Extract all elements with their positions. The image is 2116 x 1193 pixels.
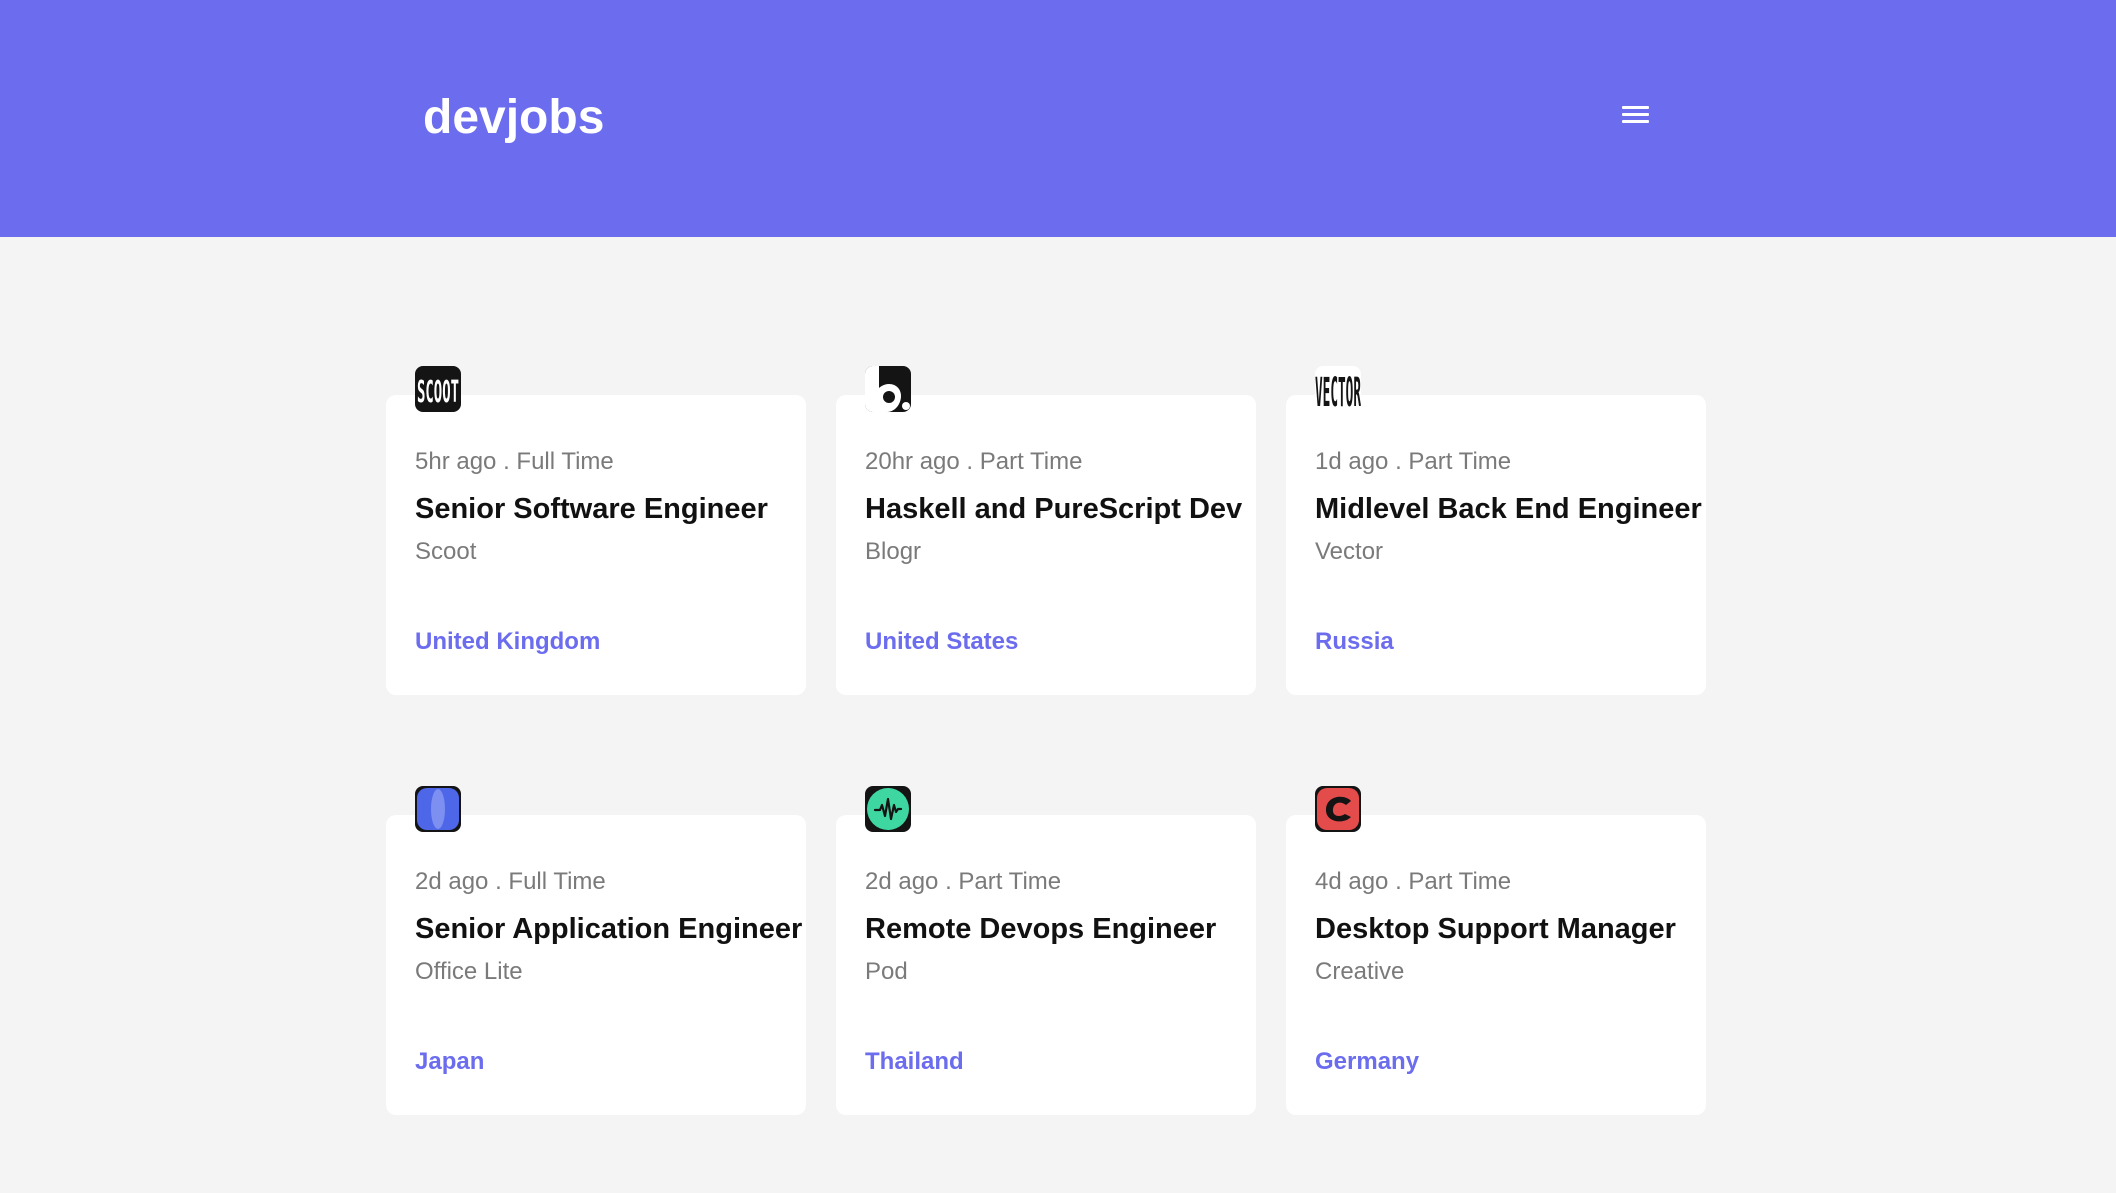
company-name: Vector bbox=[1315, 538, 1384, 565]
job-title[interactable]: Haskell and PureScript Dev bbox=[865, 491, 1242, 527]
job-location: United States bbox=[865, 628, 1019, 655]
menu-line bbox=[1622, 113, 1649, 116]
menu-line bbox=[1622, 106, 1649, 109]
job-meta: 4d ago . Part Time bbox=[1315, 867, 1511, 897]
creative-logo-icon bbox=[1315, 786, 1361, 832]
job-title[interactable]: Desktop Support Manager bbox=[1315, 911, 1676, 947]
scoot-logo-icon: SCOOT bbox=[415, 366, 461, 412]
meta-separator: . bbox=[1388, 448, 1409, 475]
contract-type: Part Time bbox=[1408, 448, 1512, 475]
company-name: Pod bbox=[865, 958, 908, 985]
job-card[interactable]: SCOOT 5hr ago . Full Time Senior Softwar… bbox=[386, 366, 806, 695]
blogr-logo-icon bbox=[865, 366, 911, 412]
meta-separator: . bbox=[496, 448, 517, 475]
posted-time: 20hr ago bbox=[865, 448, 960, 475]
job-meta: 2d ago . Full Time bbox=[415, 867, 606, 897]
posted-time: 2d ago bbox=[415, 868, 489, 895]
meta-separator: . bbox=[488, 868, 509, 895]
site-header: devjobs bbox=[0, 0, 2116, 237]
posted-time: 1d ago bbox=[1315, 448, 1389, 475]
job-card[interactable]: 2d ago . Full Time Senior Application En… bbox=[386, 786, 806, 1115]
meta-separator: . bbox=[938, 868, 959, 895]
job-meta: 20hr ago . Part Time bbox=[865, 447, 1082, 477]
job-meta: 2d ago . Part Time bbox=[865, 867, 1061, 897]
contract-type: Part Time bbox=[1408, 868, 1512, 895]
job-location: Russia bbox=[1315, 628, 1394, 655]
vector-logo-icon: VECTOR bbox=[1315, 366, 1361, 412]
job-title[interactable]: Remote Devops Engineer bbox=[865, 911, 1216, 947]
company-name: Office Lite bbox=[415, 958, 523, 985]
job-card[interactable]: VECTOR 1d ago . Part Time Midlevel Back … bbox=[1286, 366, 1706, 695]
job-meta: 5hr ago . Full Time bbox=[415, 447, 614, 477]
job-location: Germany bbox=[1315, 1048, 1420, 1075]
posted-time: 2d ago bbox=[865, 868, 939, 895]
contract-type: Part Time bbox=[958, 868, 1062, 895]
contract-type: Full Time bbox=[508, 868, 606, 895]
job-title[interactable]: Senior Application Engineer bbox=[415, 911, 802, 947]
contract-type: Full Time bbox=[516, 448, 614, 475]
svg-text:VECTOR: VECTOR bbox=[1315, 370, 1361, 412]
job-location: Japan bbox=[415, 1048, 485, 1075]
job-title[interactable]: Midlevel Back End Engineer bbox=[1315, 491, 1702, 527]
company-name: Blogr bbox=[865, 538, 922, 565]
meta-separator: . bbox=[959, 448, 980, 475]
job-title[interactable]: Senior Software Engineer bbox=[415, 491, 768, 527]
devjobs-logo[interactable]: devjobs bbox=[423, 88, 604, 148]
job-card[interactable]: 2d ago . Part Time Remote Devops Enginee… bbox=[836, 786, 1256, 1115]
svg-text:SCOOT: SCOOT bbox=[417, 375, 459, 410]
menu-line bbox=[1622, 120, 1649, 123]
company-name: Creative bbox=[1315, 958, 1405, 985]
job-location: United Kingdom bbox=[415, 628, 601, 655]
office-lite-logo-icon bbox=[415, 786, 461, 832]
contract-type: Part Time bbox=[979, 448, 1083, 475]
posted-time: 4d ago bbox=[1315, 868, 1389, 895]
pod-logo-icon bbox=[865, 786, 911, 832]
posted-time: 5hr ago bbox=[415, 448, 497, 475]
hamburger-menu-icon[interactable] bbox=[1619, 100, 1653, 130]
job-location: Thailand bbox=[865, 1048, 964, 1075]
job-card[interactable]: 20hr ago . Part Time Haskell and PureScr… bbox=[836, 366, 1256, 695]
job-card[interactable]: 4d ago . Part Time Desktop Support Manag… bbox=[1286, 786, 1706, 1115]
company-name: Scoot bbox=[415, 538, 477, 565]
job-meta: 1d ago . Part Time bbox=[1315, 447, 1511, 477]
meta-separator: . bbox=[1388, 868, 1409, 895]
